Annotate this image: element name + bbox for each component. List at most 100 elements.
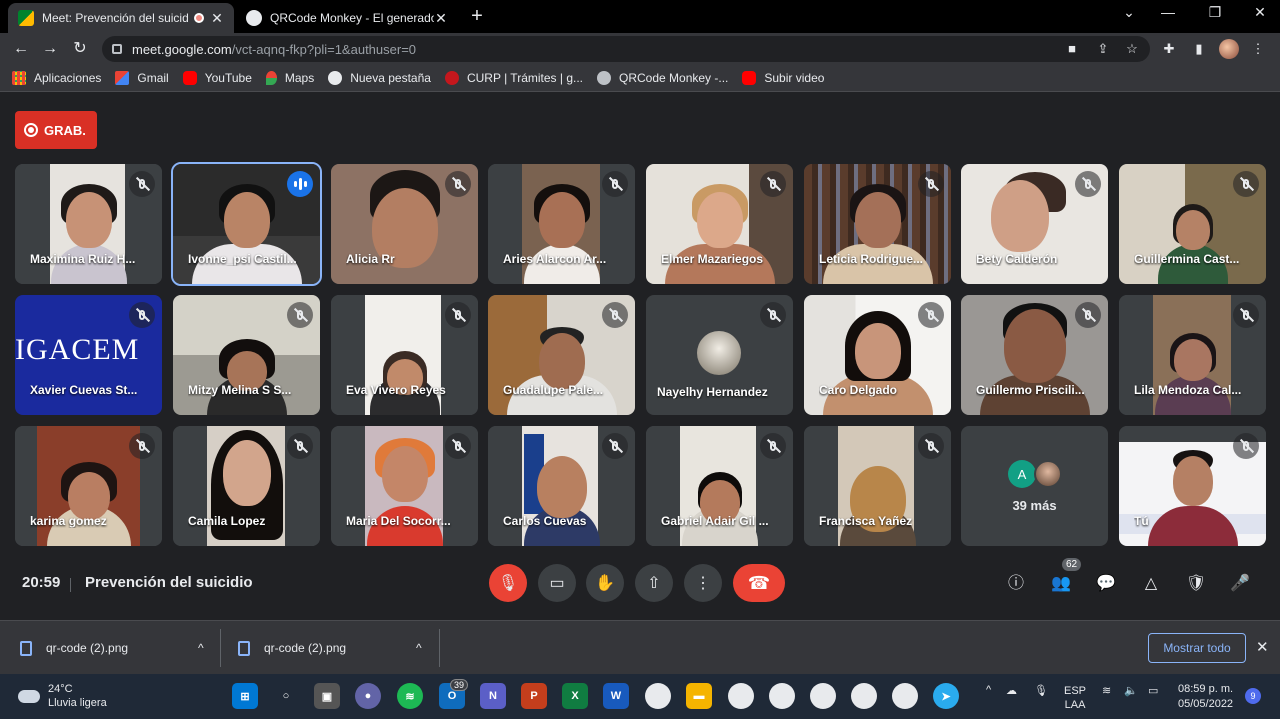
share-icon[interactable]: ⇪ (1094, 40, 1112, 58)
close-shelf-icon[interactable]: ✕ (1256, 638, 1269, 656)
microphone-icon[interactable]: 🎙 (1034, 684, 1048, 697)
bookmark-aplicaciones[interactable]: Aplicaciones (12, 71, 101, 85)
recording-badge[interactable]: GRAB. (15, 111, 97, 149)
tab-meet[interactable]: Meet: Prevención del suicidio ✕ (8, 3, 234, 33)
cloud-icon[interactable]: ☁ (1006, 684, 1017, 697)
participant-tile[interactable]: Ivonne_psi Castil... (171, 162, 322, 286)
notification-count-badge[interactable]: 9 (1245, 688, 1261, 704)
address-bar[interactable]: meet.google.com/vct-aqnq-fkp?pli=1&authu… (102, 36, 1150, 62)
bookmark-curp[interactable]: CURP | Trámites | g... (444, 71, 583, 85)
bookmark-gmail[interactable]: Gmail (115, 71, 169, 85)
participant-tile[interactable]: Camila Lopez (173, 426, 320, 546)
windows-start-icon[interactable]: ⊞ (232, 683, 258, 709)
forward-icon[interactable]: → (39, 38, 61, 60)
close-tab-icon[interactable]: ✕ (434, 10, 448, 27)
bookmark-maps[interactable]: Maps (265, 71, 314, 85)
bookmark-nueva-pestana[interactable]: Nueva pestaña (328, 71, 431, 85)
more-participants-tile[interactable]: A 39 más (961, 426, 1108, 546)
side-panel-icon[interactable]: ▮ (1190, 40, 1208, 58)
chrome-icon[interactable] (810, 683, 836, 709)
raise-hand-button[interactable]: ✋ (586, 564, 624, 602)
more-options-button[interactable]: ⋮ (684, 564, 722, 602)
tab-search-icon[interactable]: ⌄ (1119, 4, 1139, 21)
people-icon[interactable]: 👥 (1049, 572, 1073, 596)
present-icon: ⇧ (647, 575, 661, 592)
chrome-icon[interactable] (851, 683, 877, 709)
participant-tile[interactable]: Eva Vivero Reyes (331, 295, 478, 415)
download-item[interactable]: qr-code (2).png ^ (238, 633, 422, 663)
chrome-icon[interactable] (645, 683, 671, 709)
download-item[interactable]: qr-code (2).png ^ (20, 633, 204, 663)
show-all-button[interactable]: Mostrar todo (1148, 633, 1246, 663)
visual-studio-icon[interactable]: N (480, 683, 506, 709)
chrome-icon[interactable] (892, 683, 918, 709)
hand-icon: ✋ (595, 575, 615, 592)
weather-widget[interactable]: 24°C Lluvia ligera (18, 682, 107, 710)
chevron-up-icon[interactable]: ^ (986, 684, 991, 696)
close-window-icon[interactable]: ✕ (1250, 4, 1270, 21)
chevron-up-icon[interactable]: ^ (198, 641, 204, 655)
excel-icon[interactable]: X (562, 683, 588, 709)
close-tab-icon[interactable]: ✕ (210, 10, 224, 27)
participant-tile[interactable]: karina gomez (15, 426, 162, 546)
meeting-details-info-icon[interactable]: ⓘ (1004, 572, 1028, 596)
system-clock[interactable]: 08:59 p. m. 05/05/2022 (1178, 682, 1233, 712)
participant-tile[interactable]: Leticia Rodrigue... (804, 164, 951, 284)
participant-tile[interactable]: Guadalupe Pale... (488, 295, 635, 415)
file-explorer-icon[interactable]: ▬ (686, 683, 712, 709)
participant-tile[interactable]: Bety Calderón (961, 164, 1108, 284)
wifi-icon[interactable]: ≋ (1102, 684, 1111, 697)
task-view-icon[interactable]: ▣ (314, 683, 340, 709)
participant-tile[interactable]: Elmer Mazariegos (646, 164, 793, 284)
participant-tile[interactable]: Carlos Cuevas (488, 426, 635, 546)
self-view-tile[interactable]: Tú (1119, 426, 1266, 546)
participant-tile[interactable]: Maximina Ruiz H... (15, 164, 162, 284)
bookmark-youtube[interactable]: YouTube (182, 71, 252, 85)
participant-tile[interactable]: Alicia Rr (331, 164, 478, 284)
participant-tile[interactable]: Maria Del Socorr... (331, 426, 478, 546)
participant-tile[interactable]: Guillermo Priscili... (961, 295, 1108, 415)
camera-button[interactable]: ▭ (538, 564, 576, 602)
restore-icon[interactable]: ❐ (1205, 4, 1225, 21)
host-controls-lock-icon[interactable]: 🛡 (1184, 572, 1208, 596)
menu-kebab-icon[interactable]: ⋮ (1249, 40, 1267, 58)
battery-icon[interactable]: ▭ (1148, 684, 1158, 697)
bookmark-star-icon[interactable]: ☆ (1123, 40, 1141, 58)
reload-icon[interactable]: ↻ (69, 38, 91, 60)
chevron-up-icon[interactable]: ^ (416, 641, 422, 655)
bookmark-subir-video[interactable]: Subir video (742, 71, 824, 85)
chrome-icon[interactable] (769, 683, 795, 709)
participant-tile[interactable]: Aries Alarcon Ar... (488, 164, 635, 284)
mic-off-button[interactable]: 🎙 (489, 564, 527, 602)
spotify-icon[interactable]: ≋ (397, 683, 423, 709)
new-tab-icon[interactable]: + (466, 5, 488, 28)
search-icon[interactable]: ○ (273, 683, 299, 709)
participant-tile[interactable]: Francisca Yañez (804, 426, 951, 546)
volume-icon[interactable]: 🔈 (1124, 684, 1138, 697)
participant-tile[interactable]: Guillermina Cast... (1119, 164, 1266, 284)
apps-grid-icon (12, 71, 26, 85)
participant-tile[interactable]: Lila Mendoza Cal... (1119, 295, 1266, 415)
present-screen-button[interactable]: ⇧ (635, 564, 673, 602)
chat-icon[interactable]: 💬 (1094, 572, 1118, 596)
powerpoint-icon[interactable]: P (521, 683, 547, 709)
telegram-icon[interactable]: ➤ (933, 683, 959, 709)
participant-tile[interactable]: IGACEM Xavier Cuevas St... (15, 295, 162, 415)
extensions-puzzle-icon[interactable]: ✚ (1160, 40, 1178, 58)
participant-tile[interactable]: Caro Delgado (804, 295, 951, 415)
participant-tile[interactable]: Gabriel Adair Gil ... (646, 426, 793, 546)
teams-chat-icon[interactable]: ● (355, 683, 381, 709)
tab-qrcode-monkey[interactable]: QRCode Monkey - El generador d ✕ (236, 3, 458, 33)
minimize-icon[interactable]: — (1158, 4, 1178, 20)
profile-avatar[interactable] (1219, 39, 1239, 59)
word-icon[interactable]: W (603, 683, 629, 709)
participant-tile[interactable]: Mitzy Melina S S... (173, 295, 320, 415)
leave-call-button[interactable]: ☎ (733, 564, 785, 602)
participant-tile[interactable]: Nayelhy Hernandez (646, 295, 793, 415)
camera-in-use-icon[interactable]: ■ (1063, 40, 1081, 58)
language-indicator[interactable]: ESP LAA (1064, 684, 1086, 712)
chrome-icon[interactable] (728, 683, 754, 709)
back-icon[interactable]: ← (10, 38, 32, 60)
activities-icon[interactable]: △ (1139, 572, 1163, 596)
bookmark-qrcode-monkey[interactable]: QRCode Monkey -... (597, 71, 728, 85)
